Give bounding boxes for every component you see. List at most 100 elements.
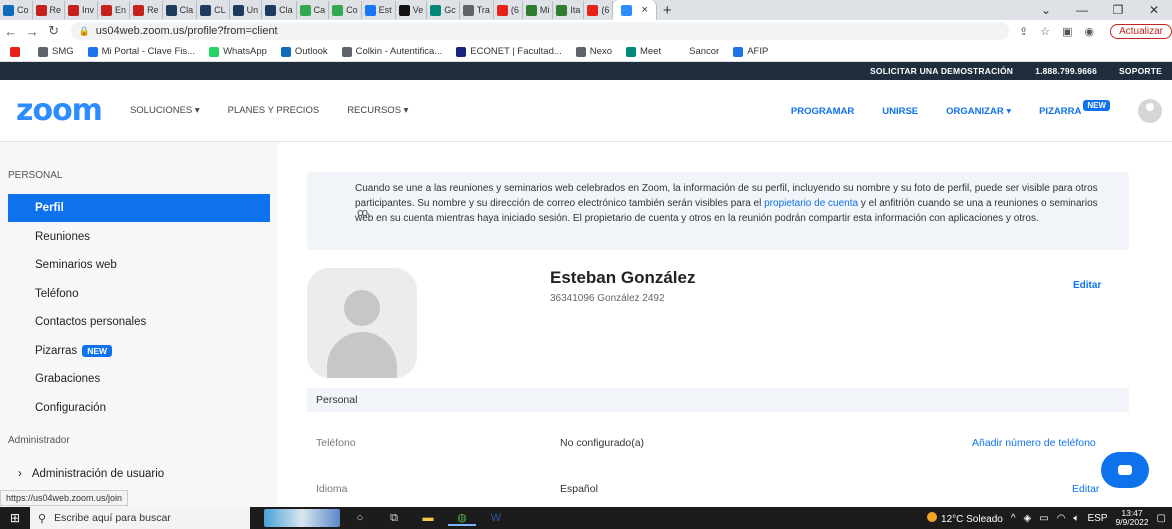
restore-icon[interactable]: ❐ <box>1100 3 1136 17</box>
clock-date: 9/9/2022 <box>1115 517 1149 527</box>
sidebar-item-user-management[interactable]: › Administración de usuario <box>8 460 270 488</box>
reload-icon[interactable]: ↻ <box>43 23 65 39</box>
browser-tab[interactable]: Est <box>362 1 396 19</box>
tab-favicon-icon <box>68 4 80 16</box>
join-link[interactable]: UNIRSE <box>882 106 918 117</box>
sidebar-item-settings[interactable]: Configuración <box>8 394 270 422</box>
bookmark-item[interactable]: Colkin - Autentifica... <box>341 46 442 57</box>
close-window-icon[interactable]: ✕ <box>1136 3 1172 17</box>
browser-tab[interactable]: Cla <box>262 1 297 19</box>
bookmark-item[interactable]: WhatsApp <box>209 46 267 57</box>
back-icon[interactable]: ← <box>0 24 22 39</box>
browser-tab[interactable]: (6 <box>494 1 523 19</box>
browser-tab[interactable]: Ita <box>553 1 585 19</box>
browser-tab[interactable]: Re <box>130 1 163 19</box>
bookmark-item[interactable]: ECONET | Facultad... <box>456 46 562 57</box>
bookmark-item[interactable]: Sancor <box>675 46 719 57</box>
browser-tab[interactable]: Re <box>33 1 66 19</box>
tab-favicon-icon <box>496 4 508 16</box>
browser-tab[interactable]: Gc <box>427 1 460 19</box>
browser-tab[interactable]: Ca <box>297 1 330 19</box>
chevron-up-icon[interactable]: ^ <box>1011 513 1016 524</box>
bookmark-item[interactable]: SMG <box>38 46 74 57</box>
browser-tab[interactable]: Mi <box>523 1 554 19</box>
sidebar-item-meetings[interactable]: Reuniones <box>8 223 270 251</box>
browser-tab[interactable]: Inv <box>65 1 99 19</box>
language-indicator[interactable]: ESP <box>1087 513 1107 524</box>
nav-solutions[interactable]: SOLUCIONES ▾ <box>130 105 200 116</box>
tab-search-chevron-icon[interactable]: ⌄ <box>1028 3 1064 17</box>
browser-tab[interactable]: Tra <box>460 1 494 19</box>
browser-tab[interactable]: Co <box>0 1 33 19</box>
search-highlight-image[interactable] <box>264 509 340 527</box>
browser-tab[interactable]: En <box>98 1 131 19</box>
chrome-icon[interactable]: ◍ <box>448 511 476 526</box>
zoom-logo[interactable]: zoom <box>16 93 103 128</box>
schedule-link[interactable]: PROGRAMAR <box>791 106 854 117</box>
account-owner-link[interactable]: propietario de cuenta <box>764 198 858 209</box>
youtube-bookmark-icon[interactable] <box>10 46 24 57</box>
bookmark-item[interactable]: Nexo <box>575 46 612 57</box>
file-explorer-icon[interactable]: ▬ <box>414 512 442 524</box>
cortana-icon[interactable]: ○ <box>346 512 374 524</box>
profile-avatar-icon[interactable]: ◉ <box>1084 25 1094 38</box>
edit-profile-link[interactable]: Editar <box>1073 280 1101 291</box>
bookmark-item[interactable]: AFIP <box>733 46 768 57</box>
minimize-icon[interactable]: — <box>1064 3 1100 17</box>
user-avatar[interactable] <box>1138 99 1162 123</box>
weather-widget[interactable]: 12°C Soleado <box>927 511 1003 525</box>
browser-tab-active[interactable]: × <box>613 0 657 20</box>
sidebar-item-whiteboards[interactable]: Pizarras NEW <box>8 337 270 365</box>
host-link[interactable]: ORGANIZAR ▾ <box>946 106 1011 117</box>
browser-tab[interactable]: (6 <box>584 1 614 19</box>
section-title: Personal <box>316 394 358 406</box>
bookmark-icon <box>575 46 586 57</box>
update-button[interactable]: Actualizar <box>1110 23 1172 39</box>
clock[interactable]: 13:47 9/9/2022 <box>1115 509 1148 527</box>
word-icon[interactable]: W <box>482 512 510 524</box>
new-tab-button[interactable]: + <box>663 2 672 19</box>
status-bar-url: https://us04web.zoom.us/join <box>0 490 129 506</box>
wifi-icon[interactable]: ◠ <box>1057 513 1066 524</box>
sidebar-item-label: Configuración <box>35 402 106 414</box>
tab-label: Mi <box>539 5 550 15</box>
bookmark-item[interactable]: Meet <box>625 46 661 57</box>
nav-resources[interactable]: RECURSOS ▾ <box>347 105 408 116</box>
windows-start-icon[interactable]: ⊞ <box>0 511 30 525</box>
network-icon[interactable]: ◈ <box>1024 513 1032 524</box>
browser-tab[interactable]: Ve <box>396 1 428 19</box>
active-tab-close-icon[interactable]: × <box>641 4 647 16</box>
notifications-icon[interactable]: ▢ <box>1157 513 1166 524</box>
sidebar-item-phone[interactable]: Teléfono <box>8 280 270 308</box>
browser-tab[interactable]: CL <box>197 1 230 19</box>
chat-button[interactable] <box>1101 452 1149 488</box>
sidebar-item-recordings[interactable]: Grabaciones <box>8 365 270 393</box>
sidebar-item-profile[interactable]: Perfil <box>8 194 270 222</box>
battery-icon[interactable]: ▭ <box>1039 513 1048 524</box>
side-panel-icon[interactable]: ▣ <box>1062 25 1072 38</box>
browser-tab[interactable]: Cla <box>163 1 198 19</box>
forward-icon[interactable]: → <box>22 24 44 39</box>
support-link[interactable]: SOPORTE <box>1119 66 1162 76</box>
request-demo-link[interactable]: SOLICITAR UNA DEMOSTRACIÓN <box>870 66 1013 76</box>
bookmark-item[interactable]: Outlook <box>280 46 328 57</box>
browser-tab[interactable]: Un <box>230 1 263 19</box>
bookmark-item[interactable]: Mi Portal - Clave Fis... <box>87 46 195 57</box>
language-label: Idioma <box>316 483 348 495</box>
volume-icon[interactable]: 🔈︎ <box>1073 513 1079 524</box>
share-icon[interactable]: ⇪ <box>1019 25 1028 38</box>
task-view-icon[interactable]: ⧉ <box>380 512 408 525</box>
bookmark-icon <box>625 46 636 57</box>
browser-tab[interactable]: Co <box>329 1 362 19</box>
whiteboard-link[interactable]: PIZARRANEW <box>1039 99 1110 117</box>
edit-language-link[interactable]: Editar <box>1072 483 1099 495</box>
add-phone-link[interactable]: Añadir número de teléfono <box>972 437 1096 449</box>
sidebar-item-contacts[interactable]: Contactos personales <box>8 308 270 336</box>
sidebar-item-webinars[interactable]: Seminarios web <box>8 251 270 279</box>
taskbar-search-input[interactable]: ⚲ Escribe aquí para buscar <box>30 507 250 529</box>
bookmark-star-icon[interactable]: ☆ <box>1040 25 1050 38</box>
phone-number-link[interactable]: 1.888.799.9666 <box>1035 66 1097 76</box>
profile-picture[interactable] <box>307 268 417 378</box>
url-input[interactable]: 🔒 us04web.zoom.us/profile?from=client <box>70 22 1009 40</box>
nav-plans-pricing[interactable]: PLANES Y PRECIOS <box>228 105 320 116</box>
